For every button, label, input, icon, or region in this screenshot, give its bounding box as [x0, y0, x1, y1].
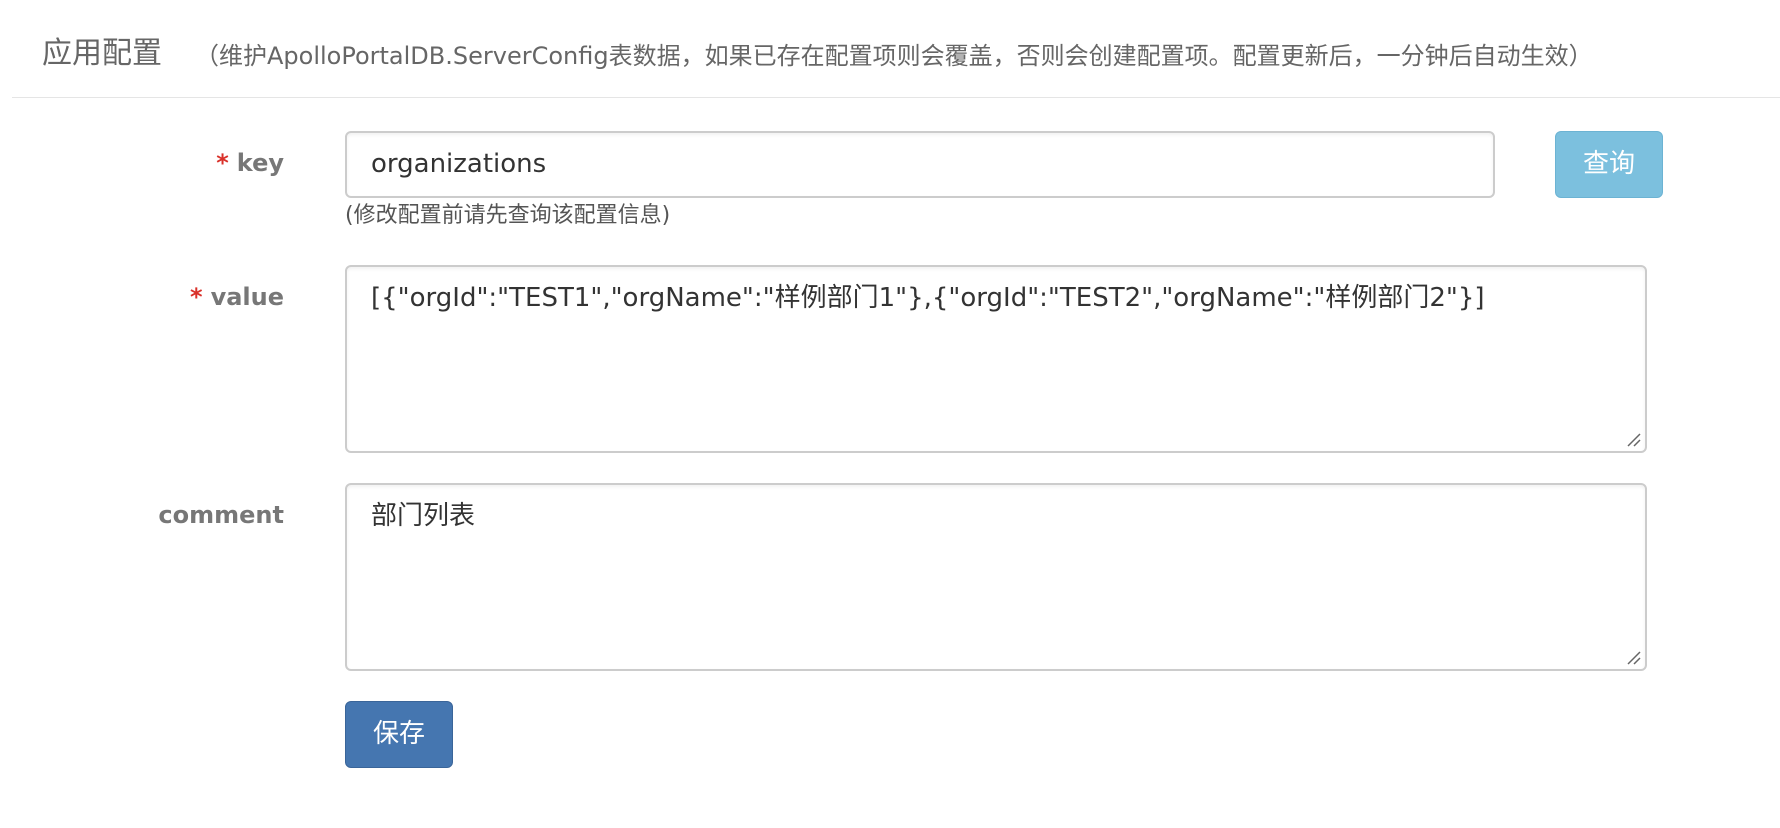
comment-text: 部门列表 — [371, 501, 476, 531]
key-input[interactable]: organizations — [345, 131, 1495, 198]
value-text: [{"orgId":"TEST1","orgName":"样例部门1"},{"o… — [371, 283, 1485, 313]
value-textarea[interactable]: [{"orgId":"TEST1","orgName":"样例部门1"},{"o… — [345, 265, 1647, 453]
key-label-text: key — [236, 149, 284, 177]
key-hint: (修改配置前请先查询该配置信息) — [345, 203, 671, 228]
key-label: * key — [84, 146, 284, 180]
page-description: （维护ApolloPortalDB.ServerConfig表数据，如果已存在配… — [195, 42, 1593, 70]
required-mark: * — [216, 149, 229, 177]
page-header: 应用配置 （维护ApolloPortalDB.ServerConfig表数据，如… — [12, 0, 1780, 98]
resize-handle-icon[interactable] — [1625, 649, 1641, 665]
comment-label: comment — [84, 498, 284, 532]
value-label: * value — [84, 280, 284, 314]
resize-handle-icon[interactable] — [1625, 431, 1641, 447]
required-mark: * — [190, 283, 203, 311]
query-button[interactable]: 查询 — [1555, 131, 1663, 198]
page-title: 应用配置 — [42, 36, 162, 71]
comment-textarea[interactable]: 部门列表 — [345, 483, 1647, 671]
save-button[interactable]: 保存 — [345, 701, 453, 768]
value-label-text: value — [210, 283, 284, 311]
comment-label-text: comment — [158, 501, 284, 529]
